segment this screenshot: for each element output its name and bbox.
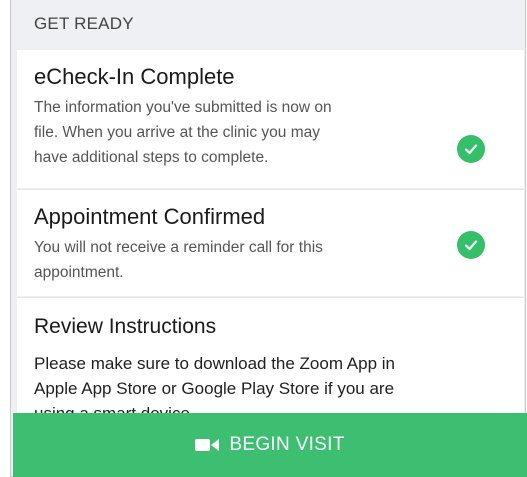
instructions-line: Please make sure to download the Zoom Ap…	[34, 354, 395, 373]
echeckin-card: eCheck-In Complete The information you'v…	[17, 50, 524, 188]
appointment-card: Appointment Confirmed You will not recei…	[17, 190, 524, 296]
echeckin-line: have additional steps to complete.	[34, 149, 269, 166]
begin-visit-button[interactable]: BEGIN VISIT	[13, 413, 527, 477]
get-ready-panel: GET READY eCheck-In Complete The informa…	[10, 0, 526, 477]
appointment-description: You will not receive a reminder call for…	[34, 235, 323, 285]
echeckin-title: eCheck-In Complete	[34, 64, 235, 89]
instructions-title: Review Instructions	[34, 315, 217, 338]
section-header: GET READY	[34, 14, 134, 33]
begin-visit-label: BEGIN VISIT	[229, 434, 345, 455]
echeckin-description: The information you've submitted is now …	[34, 95, 332, 170]
video-camera-icon	[195, 439, 220, 451]
check-circle-icon	[457, 231, 485, 259]
instructions-line: Apple App Store or Google Play Store if …	[34, 379, 395, 398]
echeckin-line: The information you've submitted is now …	[34, 99, 332, 116]
appointment-title: Appointment Confirmed	[34, 204, 266, 229]
check-circle-icon	[457, 135, 485, 163]
appointment-line: You will not receive a reminder call for…	[34, 239, 323, 256]
echeckin-line: file. When you arrive at the clinic you …	[34, 124, 321, 141]
appointment-line: appointment.	[34, 264, 124, 281]
